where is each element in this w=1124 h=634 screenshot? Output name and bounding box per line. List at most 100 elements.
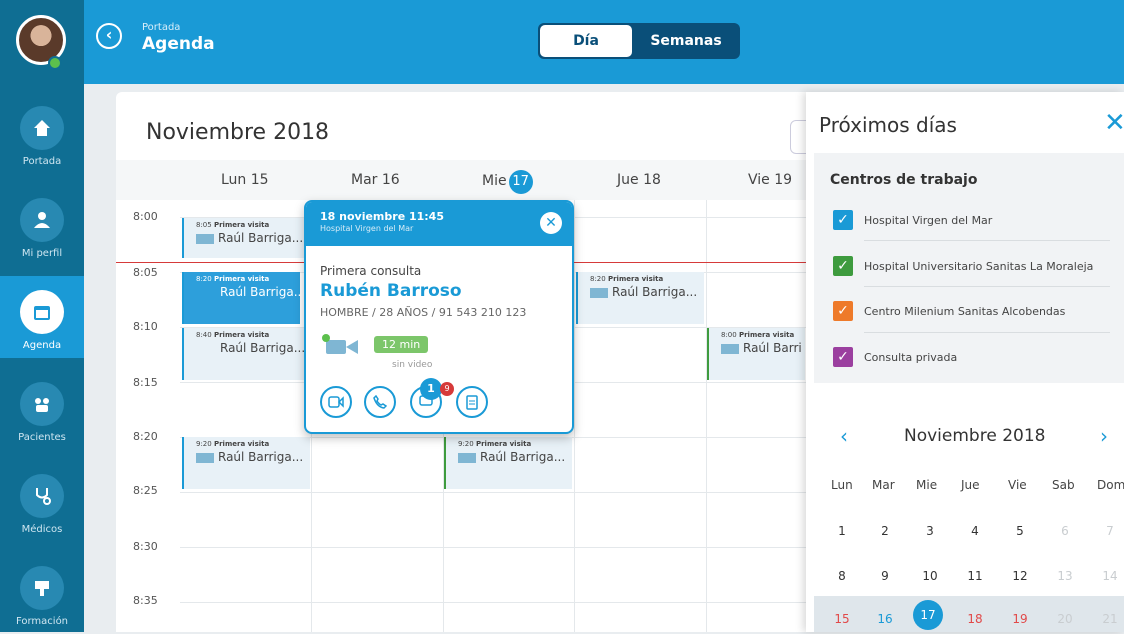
grid-line <box>574 200 575 632</box>
calendar-day[interactable]: 16 <box>873 612 897 626</box>
video-camera-icon <box>458 452 476 463</box>
page-title: Agenda <box>142 34 215 54</box>
video-camera-icon <box>590 287 608 298</box>
calendar-event-selected[interactable]: 8:20 Primera visita Raúl Barriga... <box>182 272 300 324</box>
center-label[interactable]: Consulta privada <box>864 351 957 364</box>
video-icon <box>328 396 344 408</box>
calendar-event[interactable]: 8:40 Primera visita Raúl Barriga... <box>182 328 310 380</box>
calendar-day[interactable]: 8 <box>830 569 854 583</box>
view-switch: Día Semanas <box>538 23 740 59</box>
calendar-event[interactable]: 9:20 Primera visita Raúl Barriga... <box>444 437 572 489</box>
grid-line <box>706 200 707 632</box>
sidebar-item-mi-perfil[interactable]: Mi perfil <box>0 184 84 266</box>
calendar-event[interactable]: 8:20 Primera visita Raúl Barriga... <box>576 272 704 324</box>
close-icon[interactable]: ✕ <box>540 212 562 234</box>
time-label: 8:25 <box>133 484 158 497</box>
phone-call-button[interactable] <box>364 386 396 418</box>
sidebar-item-label: Formación <box>15 616 69 627</box>
online-status-dot <box>48 56 62 70</box>
clipboard-icon <box>466 395 478 410</box>
section-title: Centros de trabajo <box>830 172 978 188</box>
weekday-label: Dom <box>1097 478 1124 492</box>
weekday-label: Jue <box>961 478 980 492</box>
appointment-date: 18 noviembre 11:45 <box>320 210 444 223</box>
checkbox-center[interactable]: ✓ <box>833 210 853 230</box>
calendar-day[interactable]: 12 <box>1008 569 1032 583</box>
video-call-button[interactable] <box>320 386 352 418</box>
time-label: 8:20 <box>133 430 158 443</box>
day-header[interactable]: Vie 19 <box>748 172 792 188</box>
calendar-day[interactable]: 20 <box>1053 612 1077 626</box>
sidebar-item-formacion[interactable]: Formación <box>0 552 84 634</box>
center-label[interactable]: Hospital Universitario Sanitas La Morale… <box>864 260 1093 273</box>
center-label[interactable]: Centro Milenium Sanitas Alcobendas <box>864 305 1065 318</box>
appointment-site: Hospital Virgen del Mar <box>320 224 414 233</box>
online-status-dot <box>322 334 330 342</box>
day-header-row <box>116 160 806 200</box>
divider <box>864 332 1110 333</box>
patient-name[interactable]: Rubén Barroso <box>320 281 462 301</box>
time-label: 8:05 <box>133 266 158 279</box>
calendar-day[interactable]: 3 <box>918 524 942 538</box>
calendar-day[interactable]: 7 <box>1098 524 1122 538</box>
chevron-left-icon[interactable]: ‹ <box>840 424 848 448</box>
day-header-today[interactable]: Mie 17 <box>482 170 533 194</box>
calendar-day[interactable]: 5 <box>1008 524 1032 538</box>
day-header[interactable]: Mar 16 <box>351 172 400 188</box>
view-weeks-button[interactable]: Semanas <box>634 25 738 57</box>
time-label: 8:15 <box>133 376 158 389</box>
grid-line <box>180 547 806 548</box>
time-label: 8:00 <box>133 210 158 223</box>
calendar-day[interactable]: 11 <box>963 569 987 583</box>
calendar-day[interactable]: 14 <box>1098 569 1122 583</box>
user-icon <box>34 212 50 228</box>
calendar-day[interactable]: 18 <box>963 612 987 626</box>
sidebar-item-label: Mi perfil <box>21 248 63 259</box>
calendar-day[interactable]: 1 <box>830 524 854 538</box>
home-icon <box>34 120 50 136</box>
calendar-event[interactable]: 9:20 Primera visita Raúl Barriga... <box>182 437 310 489</box>
sidebar-item-agenda[interactable]: Agenda <box>0 276 84 358</box>
checkbox-center[interactable]: ✓ <box>833 301 853 321</box>
appointment-popover: 18 noviembre 11:45 Hospital Virgen del M… <box>304 200 574 434</box>
patients-icon <box>35 398 49 412</box>
calendar-day[interactable]: 15 <box>830 612 854 626</box>
mini-calendar-month: Noviembre 2018 <box>904 426 1046 446</box>
checkbox-center[interactable]: ✓ <box>833 347 853 367</box>
calendar-event[interactable]: 8:00 Primera visita Raúl Barri <box>707 328 805 380</box>
close-icon[interactable]: ✕ <box>1104 108 1124 138</box>
calendar-day[interactable]: 9 <box>873 569 897 583</box>
divider <box>864 240 1110 241</box>
notification-badge: 1 <box>420 378 442 400</box>
sidebar-item-pacientes[interactable]: Pacientes <box>0 368 84 450</box>
calendar-event[interactable]: 8:05 Primera visita Raúl Barriga... <box>182 218 310 258</box>
calendar-day[interactable]: 13 <box>1053 569 1077 583</box>
calendar-day[interactable]: 4 <box>963 524 987 538</box>
time-label: 8:30 <box>133 540 158 553</box>
phone-icon <box>373 394 388 409</box>
sidebar-item-portada[interactable]: Portada <box>0 92 84 174</box>
chevron-right-icon[interactable]: › <box>1100 424 1108 448</box>
calendar-day[interactable]: 10 <box>918 569 942 583</box>
view-day-button[interactable]: Día <box>540 25 632 57</box>
duration-badge: 12 min <box>374 336 429 353</box>
panel-title: Próximos días <box>819 113 957 137</box>
calendar-day[interactable]: 21 <box>1098 612 1122 626</box>
weekday-label: Sab <box>1052 478 1075 492</box>
back-button[interactable]: ‹ <box>96 23 122 49</box>
day-header[interactable]: Jue 18 <box>617 172 661 188</box>
sidebar-item-medicos[interactable]: Médicos <box>0 460 84 542</box>
calendar-day[interactable]: 2 <box>873 524 897 538</box>
divider <box>864 286 1110 287</box>
calendar-day[interactable]: 19 <box>1008 612 1032 626</box>
video-camera-icon <box>196 233 214 244</box>
clipboard-button[interactable] <box>456 386 488 418</box>
day-header[interactable]: Lun 15 <box>221 172 269 188</box>
weekday-label: Mar <box>872 478 895 492</box>
video-status: sin video <box>392 360 433 370</box>
calendar-day[interactable]: 6 <box>1053 524 1077 538</box>
calendar-day-today[interactable]: 17 <box>913 600 943 630</box>
checkbox-center[interactable]: ✓ <box>833 256 853 276</box>
breadcrumb[interactable]: Portada <box>142 22 180 33</box>
center-label[interactable]: Hospital Virgen del Mar <box>864 214 992 227</box>
